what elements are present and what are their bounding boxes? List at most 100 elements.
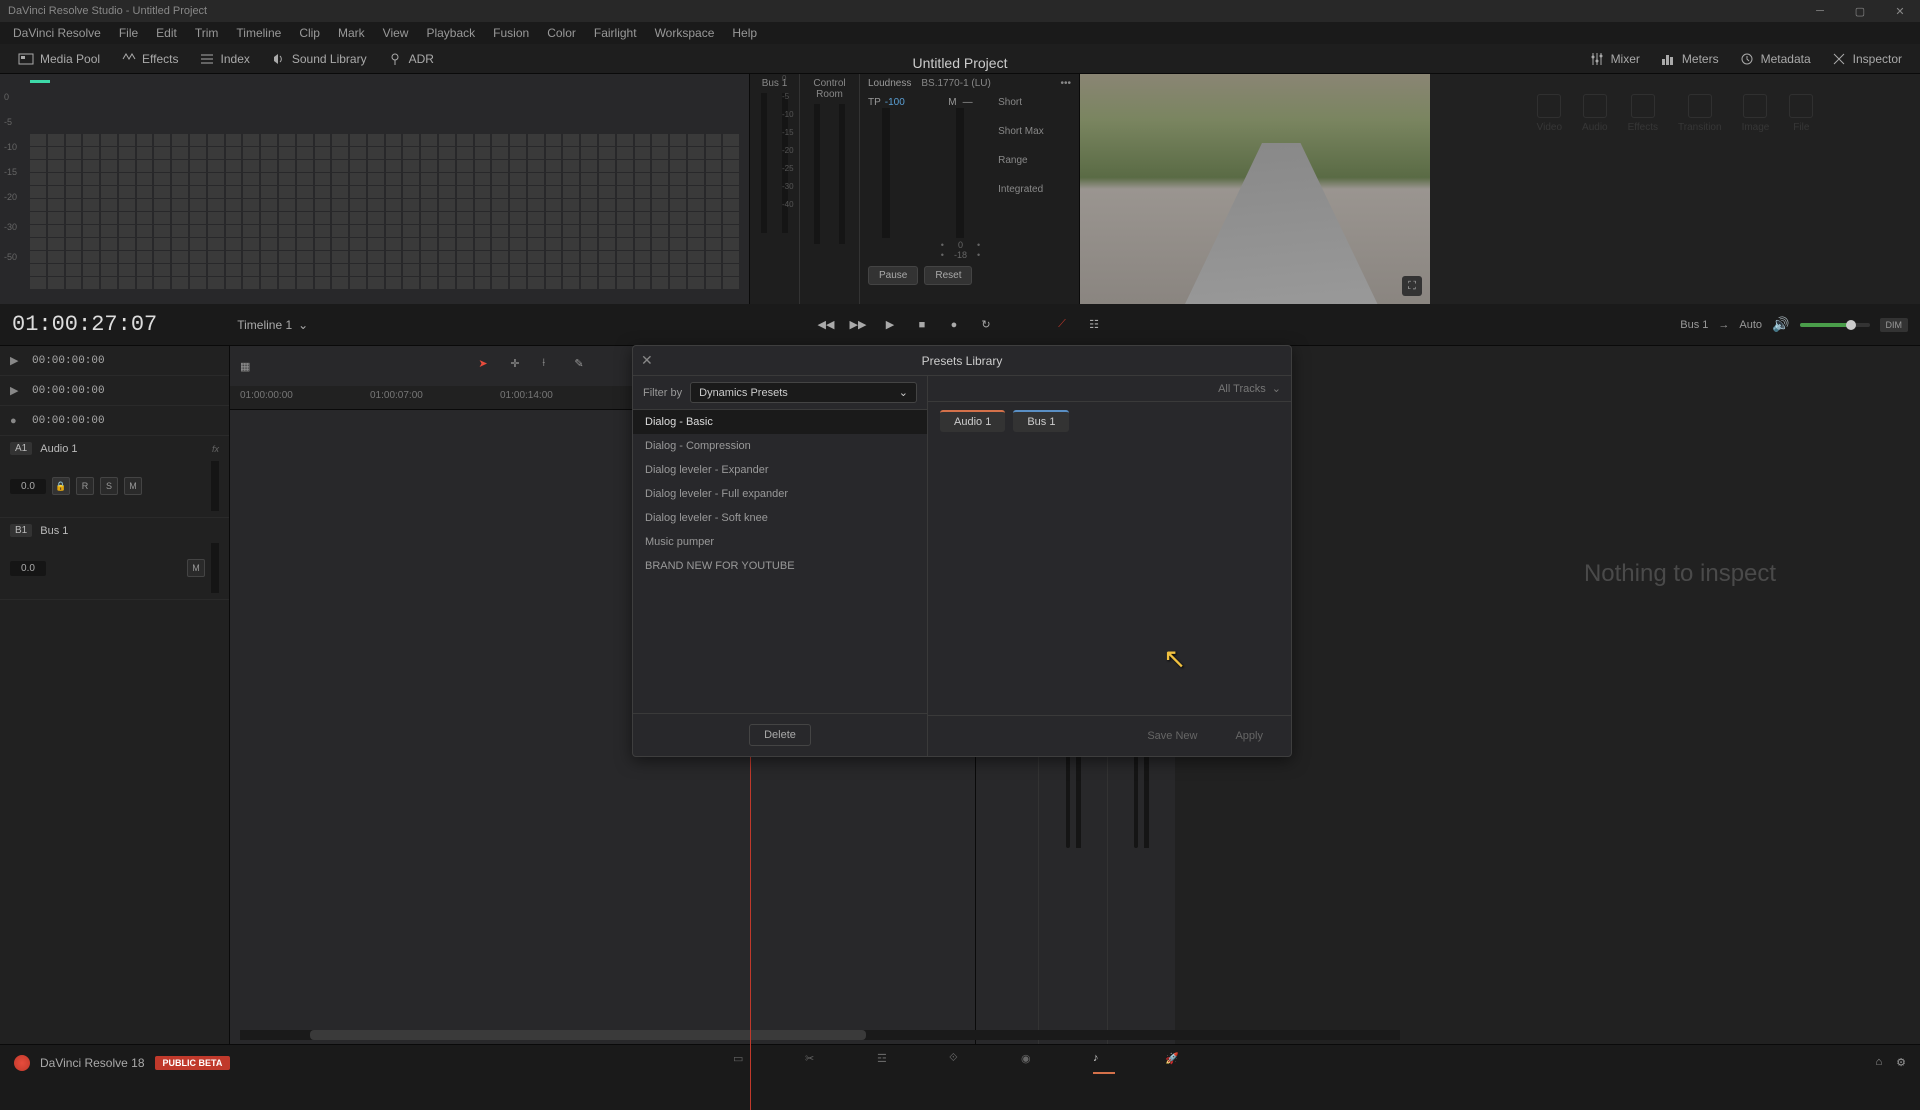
menu-trim[interactable]: Trim xyxy=(186,24,228,42)
mixer-button[interactable]: Mixer xyxy=(1579,47,1650,71)
automation-button[interactable]: ⟋ xyxy=(1053,316,1071,334)
loudness-reset-button[interactable]: Reset xyxy=(924,266,972,285)
track-a1-value[interactable]: 0.0 xyxy=(10,479,46,494)
inspector-tab-image[interactable]: Image xyxy=(1742,94,1770,133)
record-icon[interactable]: ● xyxy=(10,415,22,427)
metadata-button[interactable]: Metadata xyxy=(1729,47,1821,71)
play-icon[interactable]: ▶ xyxy=(10,354,22,367)
track-b1-header[interactable]: B1Bus 1 0.0 M xyxy=(0,518,229,600)
sound-library-button[interactable]: Sound Library xyxy=(260,47,377,71)
record-arm-button[interactable]: R xyxy=(76,477,94,495)
close-button[interactable]: ✕ xyxy=(1880,0,1920,22)
solo-button[interactable]: S xyxy=(100,477,118,495)
preset-item[interactable]: BRAND NEW FOR YOUTUBE xyxy=(633,554,927,578)
menu-file[interactable]: File xyxy=(110,24,147,42)
chevron-down-icon: ⌄ xyxy=(899,386,908,399)
media-pool-button[interactable]: Media Pool xyxy=(8,47,110,71)
inspector-tab-video[interactable]: Video xyxy=(1537,94,1562,133)
scrollbar-thumb[interactable] xyxy=(310,1030,867,1040)
all-tracks-dropdown[interactable]: All Tracks⌄ xyxy=(1218,382,1281,395)
rewind-button[interactable]: ◀◀ xyxy=(817,316,835,334)
selection-tool-icon[interactable]: ➤ xyxy=(478,357,496,375)
track-b1-value[interactable]: 0.0 xyxy=(10,561,46,576)
color-page-icon[interactable]: ◉ xyxy=(1021,1052,1043,1074)
inspector-tab-file[interactable]: File xyxy=(1789,94,1813,133)
menu-color[interactable]: Color xyxy=(538,24,585,42)
blade-tool-icon[interactable]: ✎ xyxy=(574,357,592,375)
fusion-page-icon[interactable]: ⟐ xyxy=(949,1052,971,1074)
stop-button[interactable]: ■ xyxy=(913,316,931,334)
mute-button[interactable]: M xyxy=(187,559,205,577)
settings-icon[interactable]: ⚙ xyxy=(1896,1056,1906,1069)
inspector-tab-effects[interactable]: Effects xyxy=(1628,94,1658,133)
mute-button[interactable]: M xyxy=(124,477,142,495)
menu-fairlight[interactable]: Fairlight xyxy=(585,24,646,42)
range-tool-icon[interactable]: ✛ xyxy=(510,357,528,375)
lock-icon[interactable]: 🔒 xyxy=(52,477,70,495)
cut-page-icon[interactable]: ✂ xyxy=(805,1052,827,1074)
preset-item[interactable]: Dialog - Basic xyxy=(633,410,927,434)
menu-help[interactable]: Help xyxy=(723,24,766,42)
index-button[interactable]: Index xyxy=(189,47,260,71)
adr-button[interactable]: ADR xyxy=(377,47,444,71)
loudness-menu-icon[interactable]: ••• xyxy=(1060,78,1071,89)
save-new-button[interactable]: Save New xyxy=(1133,726,1211,746)
preset-item[interactable]: Dialog leveler - Expander xyxy=(633,458,927,482)
menu-fusion[interactable]: Fusion xyxy=(484,24,538,42)
fairlight-page-icon[interactable]: ♪ xyxy=(1093,1052,1115,1074)
meters-button[interactable]: Meters xyxy=(1650,47,1729,71)
menu-edit[interactable]: Edit xyxy=(147,24,186,42)
loop-button[interactable]: ↻ xyxy=(977,316,995,334)
inspector-empty-message: Nothing to inspect xyxy=(1490,560,1870,588)
effects-button[interactable]: Effects xyxy=(110,47,188,71)
master-timecode[interactable]: 01:00:27:07 xyxy=(12,312,157,337)
timeline-scrollbar[interactable] xyxy=(240,1030,1400,1040)
menu-davinci[interactable]: DaVinci Resolve xyxy=(4,24,110,42)
dim-button[interactable]: DIM xyxy=(1880,318,1909,332)
preset-item[interactable]: Music pumper xyxy=(633,530,927,554)
settings-icon[interactable]: ☷ xyxy=(1085,316,1103,334)
preset-item[interactable]: Dialog leveler - Full expander xyxy=(633,482,927,506)
track-a1-header[interactable]: A1Audio 1fx 0.0 🔒 R S M xyxy=(0,436,229,518)
apply-button[interactable]: Apply xyxy=(1221,726,1277,746)
delete-preset-button[interactable]: Delete xyxy=(749,724,811,746)
menu-workspace[interactable]: Workspace xyxy=(646,24,724,42)
project-title: Untitled Project xyxy=(913,55,1008,71)
trim-tool-icon[interactable]: ⟊ xyxy=(542,357,560,375)
inspector-button[interactable]: Inspector xyxy=(1821,47,1912,71)
edit-page-icon[interactable]: ☲ xyxy=(877,1052,899,1074)
menu-playback[interactable]: Playback xyxy=(417,24,484,42)
menu-clip[interactable]: Clip xyxy=(290,24,329,42)
menu-view[interactable]: View xyxy=(374,24,418,42)
media-page-icon[interactable]: ▭ xyxy=(733,1052,755,1074)
home-icon[interactable]: ⌂ xyxy=(1875,1056,1882,1069)
view-mode-icon[interactable]: ▦ xyxy=(240,360,250,373)
play-icon[interactable]: ▶ xyxy=(10,384,22,397)
inspector-tab-audio[interactable]: Audio xyxy=(1582,94,1608,133)
speaker-icon[interactable]: 🔊 xyxy=(1772,316,1789,333)
menu-timeline[interactable]: Timeline xyxy=(227,24,290,42)
minimize-button[interactable]: ─ xyxy=(1800,0,1840,22)
loudness-pause-button[interactable]: Pause xyxy=(868,266,918,285)
expand-preview-icon[interactable]: ⛶ xyxy=(1402,276,1422,296)
deliver-page-icon[interactable]: 🚀 xyxy=(1165,1052,1187,1074)
volume-slider[interactable] xyxy=(1800,323,1870,327)
filter-dropdown[interactable]: Dynamics Presets⌄ xyxy=(690,382,917,403)
monitor-auto[interactable]: Auto xyxy=(1739,319,1762,331)
tc-row-1: ▶00:00:00:00 xyxy=(0,346,229,376)
monitor-bus[interactable]: Bus 1 xyxy=(1680,319,1708,331)
fast-forward-button[interactable]: ▶▶ xyxy=(849,316,867,334)
video-preview[interactable]: ⛶ xyxy=(1080,74,1430,304)
maximize-button[interactable]: ▢ xyxy=(1840,0,1880,22)
inspector-tab-transition[interactable]: Transition xyxy=(1678,94,1722,133)
record-button[interactable]: ● xyxy=(945,316,963,334)
timeline-dropdown[interactable]: Timeline 1⌄ xyxy=(237,318,308,332)
preset-item[interactable]: Dialog - Compression xyxy=(633,434,927,458)
menu-mark[interactable]: Mark xyxy=(329,24,374,42)
target-bus1[interactable]: Bus 1 xyxy=(1013,410,1069,432)
preset-item[interactable]: Dialog leveler - Soft knee xyxy=(633,506,927,530)
window-titlebar: DaVinci Resolve Studio - Untitled Projec… xyxy=(0,0,1920,22)
close-popup-button[interactable]: ✕ xyxy=(641,352,653,369)
target-audio1[interactable]: Audio 1 xyxy=(940,410,1005,432)
play-button[interactable]: ▶ xyxy=(881,316,899,334)
